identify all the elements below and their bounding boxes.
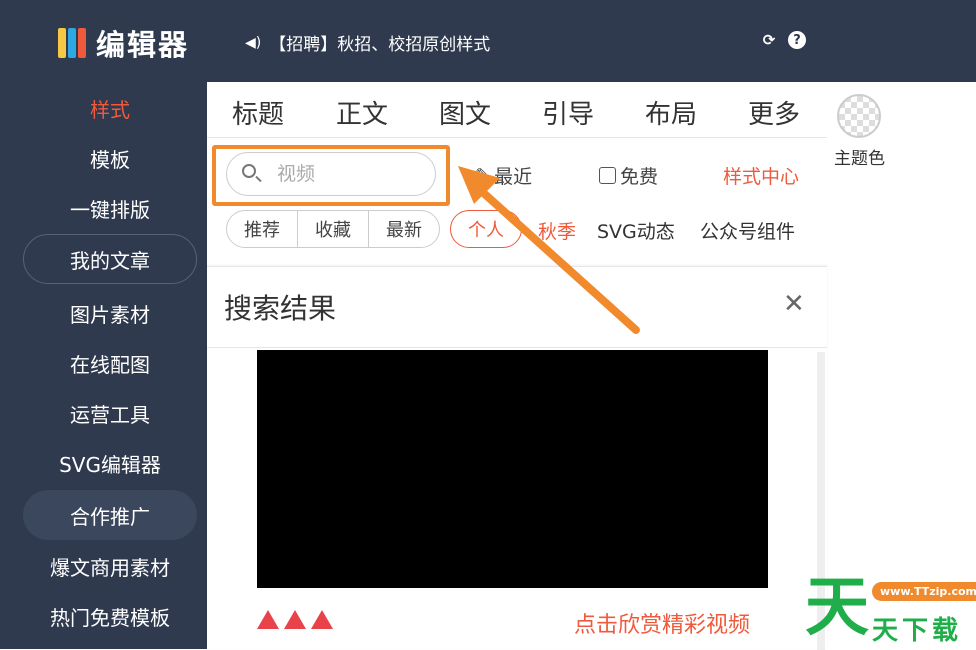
tab-image-text[interactable]: 图文 <box>439 94 491 131</box>
watermark-url: www.TTzip.com <box>872 582 976 601</box>
filter-chips: 推荐 收藏 最新 <box>226 210 440 248</box>
sidebar-item-label: SVG编辑器 <box>59 452 161 477</box>
sidebar-item-label: 一键排版 <box>70 197 150 222</box>
chip-personal[interactable]: 个人 <box>450 210 522 248</box>
free-filter[interactable]: 免费 <box>599 162 658 189</box>
theme-color-picker[interactable]: 主题色 <box>834 94 885 169</box>
sidebar-item-ops-tools[interactable]: 运营工具 <box>23 388 197 438</box>
theme-color-swatch <box>837 94 881 138</box>
theme-color-label: 主题色 <box>834 149 885 169</box>
watermark-big-char: 天 <box>805 571 869 645</box>
recent-filter[interactable]: ✎ 最近 <box>475 162 532 189</box>
triangle-icon <box>257 610 279 629</box>
logo-text: 编辑器 <box>96 28 190 62</box>
search-results-title: 搜索结果 <box>224 292 337 325</box>
sidebar-item-template[interactable]: 模板 <box>23 133 197 183</box>
watermark-text: 天下载 <box>872 616 963 646</box>
category-tabs: 标题 正文 图文 引导 布局 更多 <box>207 82 827 138</box>
search-highlight-box <box>212 145 450 206</box>
sidebar-item-label: 在线配图 <box>70 352 150 377</box>
video-preview[interactable] <box>257 350 768 588</box>
sidebar-item-svg-editor[interactable]: SVG编辑器 <box>23 438 197 488</box>
tag-autumn[interactable]: 秋季 <box>538 217 576 244</box>
top-icons: ⟳ ? <box>760 31 806 49</box>
watermark-logo: 天 www.TTzip.com 天下载 <box>800 576 976 649</box>
tab-layout[interactable]: 布局 <box>645 94 697 131</box>
sidebar-item-label: 样式 <box>90 97 130 122</box>
triangle-icon <box>311 610 333 629</box>
sidebar-item-style[interactable]: 样式 <box>23 83 197 133</box>
logo[interactable]: 编辑器 <box>58 22 189 64</box>
sidebar-item-partnership[interactable]: 合作推广 <box>23 490 197 540</box>
top-bar: 编辑器 ◀) 【招聘】秋招、校招原创样式 ⟳ ? <box>0 0 976 82</box>
chip-latest[interactable]: 最新 <box>369 211 439 247</box>
sidebar-item-my-articles[interactable]: 我的文章 <box>23 234 197 284</box>
tab-body[interactable]: 正文 <box>336 94 388 131</box>
main-panel: 标题 正文 图文 引导 布局 更多 主题色 ✎ 最近 免费 样式中心 推荐 收藏… <box>207 82 976 650</box>
free-label: 免费 <box>620 166 659 188</box>
tab-title[interactable]: 标题 <box>232 94 284 131</box>
divider <box>207 347 827 348</box>
chip-recommended[interactable]: 推荐 <box>227 211 298 247</box>
logo-mark-icon <box>58 28 86 58</box>
recent-label: 最近 <box>494 166 533 188</box>
chip-favorites[interactable]: 收藏 <box>298 211 369 247</box>
close-icon[interactable]: ✕ <box>783 289 805 319</box>
tab-more[interactable]: 更多 <box>748 94 800 131</box>
tag-wechat-components[interactable]: 公众号组件 <box>700 217 795 244</box>
sidebar-item-label: 合作推广 <box>70 504 150 529</box>
help-icon[interactable]: ? <box>788 31 806 49</box>
sidebar-item-free-templates[interactable]: 热门免费模板 <box>18 591 202 641</box>
sidebar-item-label: 我的文章 <box>70 248 150 273</box>
search-results-panel: 搜索结果 ✕ 点击欣赏精彩视频 <box>207 266 827 650</box>
triangle-icon <box>284 610 306 629</box>
free-checkbox[interactable] <box>599 167 616 184</box>
sidebar-item-label: 图片素材 <box>70 302 150 327</box>
sidebar-item-image-assets[interactable]: 图片素材 <box>23 288 197 338</box>
sidebar-item-viral-assets[interactable]: 爆文商用素材 <box>18 541 202 591</box>
notice-bar[interactable]: ◀) 【招聘】秋招、校招原创样式 <box>245 30 491 56</box>
triangle-decoration <box>257 610 333 629</box>
tab-guide[interactable]: 引导 <box>542 94 594 131</box>
sidebar-item-label: 热门免费模板 <box>50 605 170 630</box>
sidebar-item-online-images[interactable]: 在线配图 <box>23 338 197 388</box>
watch-video-link[interactable]: 点击欣赏精彩视频 <box>574 607 750 639</box>
sidebar-item-label: 运营工具 <box>70 402 150 427</box>
sidebar-item-label: 爆文商用素材 <box>50 555 170 580</box>
sidebar-item-one-click-layout[interactable]: 一键排版 <box>23 183 197 233</box>
magic-wand-icon: ✎ <box>475 165 491 186</box>
sidebar-item-label: 模板 <box>90 147 130 172</box>
style-center-link[interactable]: 样式中心 <box>723 162 799 189</box>
tag-svg-dynamic[interactable]: SVG动态 <box>597 217 675 244</box>
refresh-icon[interactable]: ⟳ <box>760 31 778 49</box>
speaker-icon: ◀) <box>245 34 262 51</box>
sidebar: 样式 模板 一键排版 我的文章 图片素材 在线配图 运营工具 SVG编辑器 合作… <box>0 82 207 649</box>
notice-text: 【招聘】秋招、校招原创样式 <box>269 35 491 55</box>
